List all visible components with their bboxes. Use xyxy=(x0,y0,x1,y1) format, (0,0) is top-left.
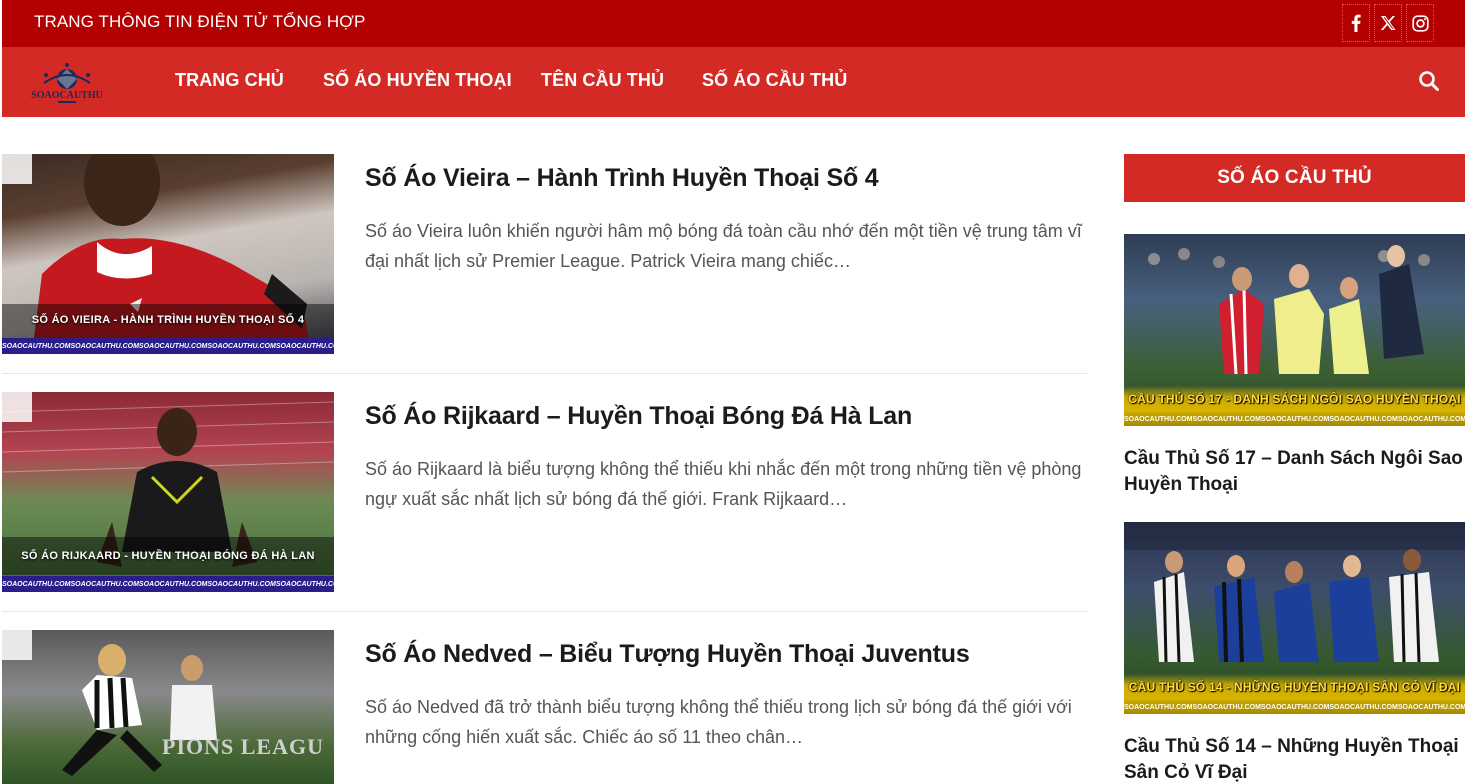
article-thumbnail[interactable]: PIONS LEAGU xyxy=(2,630,334,784)
divider xyxy=(2,373,1087,374)
article-item: SỐ ÁO VIEIRA - HÀNH TRÌNH HUYỀN THOẠI SỐ… xyxy=(2,154,1087,354)
thumbnail-watermark-strip: SOAOCAUTHU.COM SOAOCAUTHU.COM SOAOCAUTHU.C… xyxy=(1124,412,1465,426)
article-title[interactable]: Số Áo Vieira – Hành Trình Huyền Thoại Số… xyxy=(365,164,879,193)
thumbnail-caption: CẦU THỦ SỐ 17 - DANH SÁCH NGÔI SAO HUYỀN… xyxy=(1128,392,1461,406)
article-excerpt: Số áo Nedved đã trở thành biểu tượng khô… xyxy=(365,697,1072,747)
thumbnail-watermark-strip: SOAOCAUTHU.COM SOAOCAUTHU.COM SOAOCAUTHU.C… xyxy=(1124,700,1465,714)
article-thumbnail[interactable]: SỐ ÁO VIEIRA - HÀNH TRÌNH HUYỀN THOẠI SỐ… xyxy=(2,154,334,354)
sidebar-card-title[interactable]: Cầu Thủ Số 17 – Danh Sách Ngôi Sao Huyền… xyxy=(1124,446,1465,498)
sidebar-card-thumbnail[interactable]: CẦU THỦ SỐ 14 - NHỮNG HUYỀN THOẠI SÂN CỎ… xyxy=(1124,522,1465,714)
facebook-link[interactable] xyxy=(1342,4,1370,42)
facebook-icon xyxy=(1351,14,1361,32)
article-title[interactable]: Số Áo Rijkaard – Huyền Thoại Bóng Đá Hà … xyxy=(365,402,912,431)
article-thumbnail[interactable]: SỐ ÁO RIJKAARD - HUYỀN THOẠI BÓNG ĐÁ HÀ … xyxy=(2,392,334,592)
article-title[interactable]: Số Áo Nedved – Biểu Tượng Huyền Thoại Ju… xyxy=(365,640,970,669)
nav-trang-chu[interactable]: TRANG CHỦ xyxy=(175,70,284,91)
article-excerpt: Số áo Vieira luôn khiến người hâm mộ bón… xyxy=(365,221,1082,271)
sidebar-card-title[interactable]: Cầu Thủ Số 14 – Những Huyền Thoại Sân Cỏ… xyxy=(1124,734,1465,784)
nav-so-ao-huyen-thoai[interactable]: SỐ ÁO HUYỀN THOẠI xyxy=(323,70,512,91)
top-bar: TRANG THÔNG TIN ĐIỆN TỬ TỔNG HỢP xyxy=(2,0,1465,47)
site-logo[interactable]: SOAOCAUTHU xyxy=(26,61,108,105)
sidebar-card: CẦU THỦ SỐ 17 - DANH SÁCH NGÔI SAO HUYỀN… xyxy=(1124,234,1465,498)
main-navbar: SOAOCAUTHU TRANG CHỦ SỐ ÁO HUYỀN THOẠI T… xyxy=(2,47,1465,117)
x-twitter-link[interactable] xyxy=(1374,4,1402,42)
sidebar-heading: SỐ ÁO CẦU THỦ xyxy=(1124,154,1465,202)
search-icon xyxy=(1418,71,1440,96)
site-tagline: TRANG THÔNG TIN ĐIỆN TỬ TỔNG HỢP xyxy=(34,12,366,31)
thumbnail-watermark-strip: SOAOCAUTHU.COM SOAOCAUTHU.COM SOAOCAUTHU.C… xyxy=(2,338,334,354)
instagram-link[interactable] xyxy=(1406,4,1434,42)
logo-text: SOAOCAUTHU xyxy=(31,90,103,101)
article-excerpt: Số áo Rijkaard là biểu tượng không thể t… xyxy=(365,459,1082,509)
nav-ten-cau-thu[interactable]: TÊN CẦU THỦ xyxy=(541,70,664,91)
thumbnail-watermark-strip: SOAOCAUTHU.COM SOAOCAUTHU.COM SOAOCAUTHU.C… xyxy=(2,576,334,592)
sidebar-card: CẦU THỦ SỐ 14 - NHỮNG HUYỀN THOẠI SÂN CỎ… xyxy=(1124,522,1465,784)
thumbnail-caption: PIONS LEAGU xyxy=(162,734,324,759)
nav-so-ao-cau-thu[interactable]: SỐ ÁO CẦU THỦ xyxy=(702,70,847,91)
divider xyxy=(2,611,1087,612)
search-button[interactable] xyxy=(1418,70,1444,96)
sidebar-card-thumbnail[interactable]: CẦU THỦ SỐ 17 - DANH SÁCH NGÔI SAO HUYỀN… xyxy=(1124,234,1465,426)
x-twitter-icon xyxy=(1380,15,1397,31)
instagram-icon xyxy=(1411,14,1429,32)
article-item: SỐ ÁO RIJKAARD - HUYỀN THOẠI BÓNG ĐÁ HÀ … xyxy=(2,392,1087,592)
thumbnail-caption: SỐ ÁO RIJKAARD - HUYỀN THOẠI BÓNG ĐÁ HÀ … xyxy=(21,550,315,562)
thumbnail-caption: CẦU THỦ SỐ 14 - NHỮNG HUYỀN THOẠI SÂN CỎ… xyxy=(1128,680,1461,694)
article-item: PIONS LEAGU Số Áo Nedved – Biểu Tượng Hu… xyxy=(2,630,1087,784)
thumbnail-caption: SỐ ÁO VIEIRA - HÀNH TRÌNH HUYỀN THOẠI SỐ… xyxy=(31,314,305,326)
